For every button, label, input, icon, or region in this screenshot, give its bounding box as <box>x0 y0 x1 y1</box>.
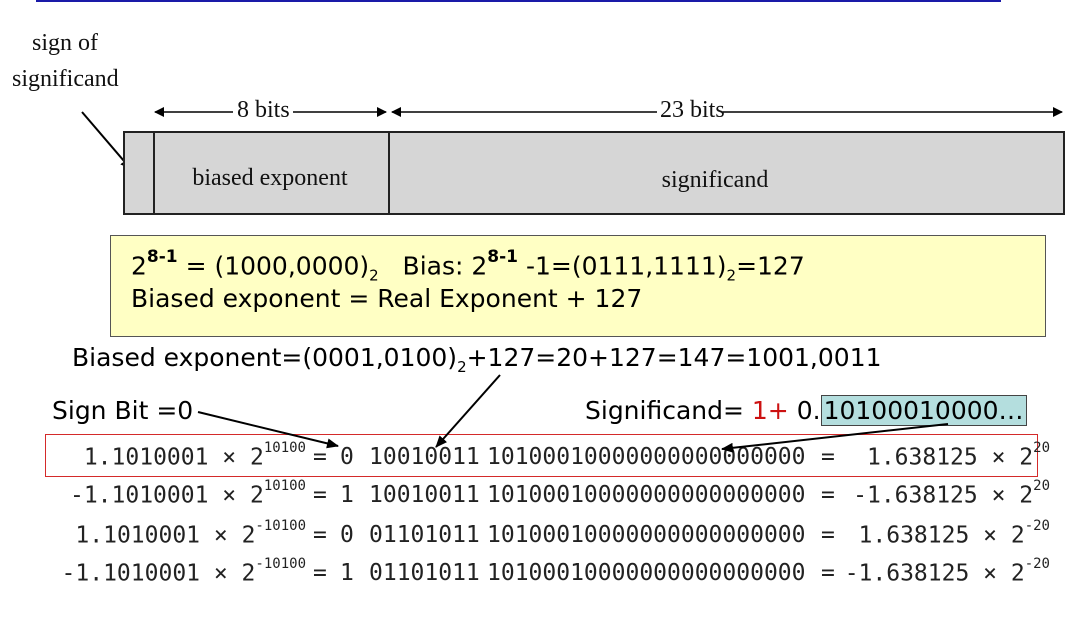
left-exponent: 10100 <box>263 478 306 494</box>
fraction-bits: 10100010000000000000000 <box>487 444 806 470</box>
left-value: 1.1010001 × 2 <box>75 522 256 549</box>
sign-bit-label: Sign Bit =0 <box>52 396 194 425</box>
sign-bit: 1 <box>340 560 354 586</box>
calc-suffix: +127=20+127=147=1001,0011 <box>466 343 882 372</box>
sign-pointer-arrow <box>81 111 131 169</box>
exponent-bits: 10010011 <box>369 444 480 470</box>
fraction-bits: 10100010000000000000000 <box>487 560 806 586</box>
equals-sign: = <box>313 444 327 470</box>
example-row: 1.1010001 × 210100 = 0 10010011 10100010… <box>0 440 1066 482</box>
significand-width-label: 23 bits <box>660 97 725 123</box>
equals-sign: = <box>821 522 835 548</box>
significand-prefix: Significand= <box>585 396 752 425</box>
sign-bit: 0 <box>340 522 354 548</box>
exponent-field-label: biased exponent <box>192 165 348 191</box>
right-exponent: -20 <box>1024 518 1050 534</box>
right-value: 1.638125 × 2 <box>858 522 1025 549</box>
formula-box: 28-1 = (1000,0000)2 Bias: 28-1 -1=(0111,… <box>110 235 1046 337</box>
significand-label: Significand= 1+ 0. 10100010000… <box>585 395 1027 426</box>
biased-exponent-calculation: Biased exponent=(0001,0100)2+127=20+127=… <box>72 343 882 376</box>
eq-1: = (1000,0000) <box>177 251 370 281</box>
biased-exponent-formula: Biased exponent = Real Exponent + 127 <box>131 284 643 313</box>
exp-2: 8-1 <box>487 247 518 267</box>
left-exponent: 10100 <box>263 440 306 456</box>
equals-sign: = <box>821 482 835 508</box>
significand-mid: 0. <box>788 396 821 425</box>
exponent-bits: 01101011 <box>369 560 480 586</box>
bias-text: Bias: 2 <box>378 251 488 281</box>
left-exponent: -10100 <box>255 556 306 572</box>
example-row: 1.1010001 × 2-10100 = 0 01101011 1010001… <box>0 518 1066 560</box>
equals-sign: = <box>821 444 835 470</box>
fraction-bits: 10100010000000000000000 <box>487 482 806 508</box>
right-value: -1.638125 × 2 <box>853 482 1034 509</box>
sub-1: 2 <box>369 266 379 285</box>
exponent-bits: 10010011 <box>369 482 480 508</box>
right-exponent: -20 <box>1024 556 1050 572</box>
significand-implicit-one: 1+ <box>751 396 789 425</box>
base-1: 2 <box>131 251 147 281</box>
sub-2: 2 <box>726 266 737 285</box>
sign-bit: 1 <box>340 482 354 508</box>
bias-formula-line: 28-1 = (1000,0000)2 Bias: 28-1 -1=(0111,… <box>131 247 805 285</box>
exp-1: 8-1 <box>146 247 178 267</box>
exponent-bits: 01101011 <box>369 522 480 548</box>
right-exponent: 20 <box>1033 440 1050 456</box>
equals-sign: = <box>313 560 327 586</box>
fraction-bits: 10100010000000000000000 <box>487 522 806 548</box>
bias-rest: -1=(0111,1111) <box>518 251 727 281</box>
exponent-width-label: 8 bits <box>237 97 290 123</box>
bit-layout-diagram: 8 bits 23 bits biased exponent significa… <box>81 97 1065 215</box>
example-row: -1.1010001 × 2-10100 = 1 01101011 101000… <box>0 556 1066 598</box>
right-exponent: 20 <box>1033 478 1050 494</box>
equals-sign: = <box>313 522 327 548</box>
left-value: -1.1010001 × 2 <box>69 482 264 509</box>
significand-fraction: 10100010000… <box>820 395 1027 426</box>
calc-sub: 2 <box>457 358 467 376</box>
right-value: 1.638125 × 2 <box>866 444 1034 471</box>
calc-prefix: Biased exponent=(0001,0100) <box>72 343 458 372</box>
significand-field-label: significand <box>662 167 769 193</box>
example-row: -1.1010001 × 210100 = 1 10010011 1010001… <box>0 478 1066 520</box>
sign-bit-field <box>123 131 155 215</box>
sign-bit: 0 <box>340 444 354 470</box>
equals-sign: = <box>313 482 327 508</box>
left-exponent: -10100 <box>255 518 306 534</box>
left-value: 1.1010001 × 2 <box>83 444 264 471</box>
equals-sign: = <box>821 560 835 586</box>
left-value: -1.1010001 × 2 <box>61 560 256 587</box>
bias-tail: =127 <box>736 251 805 281</box>
right-value: -1.638125 × 2 <box>844 560 1025 587</box>
